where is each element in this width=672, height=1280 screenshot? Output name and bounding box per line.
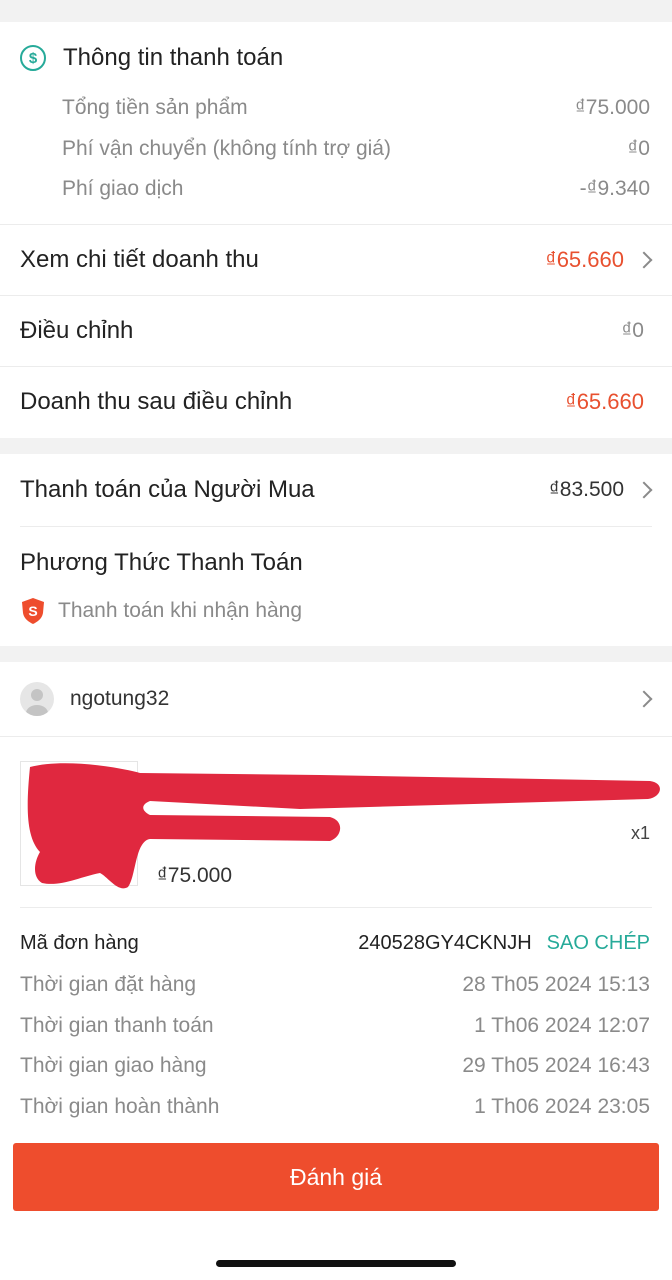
payment-info-card: $ Thông tin thanh toán Tổng tiền sản phẩ…	[0, 22, 672, 438]
order-card: ngotung32 x1 ₫75.000 Mã đơn hàng 240528G…	[0, 662, 672, 1132]
chevron-right-icon	[635, 690, 653, 708]
review-button-label: Đánh giá	[289, 1163, 383, 1190]
revenue-detail-value: ₫65.660	[545, 247, 624, 272]
dollar-circle-icon: $	[20, 45, 46, 71]
payment-method-title: Phương Thức Thanh Toán	[20, 549, 303, 576]
order-placed-label: Thời gian đặt hàng	[20, 973, 197, 996]
order-id-label: Mã đơn hàng	[20, 931, 139, 954]
product-price: ₫75.000	[157, 864, 233, 887]
shipping-fee-label: Phí vận chuyển (không tính trợ giá)	[62, 137, 391, 160]
buyer-row[interactable]: ngotung32	[0, 662, 672, 736]
adjustment-value: ₫0	[621, 319, 644, 342]
buyer-payment-card: Thanh toán của Người Mua ₫83.500 Phương …	[0, 454, 672, 646]
delivery-time-label: Thời gian giao hàng	[20, 1054, 207, 1077]
revenue-after-adjust-label: Doanh thu sau điều chỉnh	[20, 388, 293, 415]
chevron-right-icon	[635, 481, 653, 499]
adjustment-label: Điều chỉnh	[20, 317, 134, 344]
payment-method-value: Thanh toán khi nhận hàng	[58, 599, 303, 622]
product-quantity: x1	[630, 823, 650, 843]
buyer-payment-row[interactable]: Thanh toán của Người Mua ₫83.500	[0, 454, 672, 526]
order-placed-value: 28 Th05 2024 15:13	[462, 973, 650, 996]
product-total-value: ₫75.000	[574, 96, 650, 119]
completion-time-value: 1 Th06 2024 23:05	[474, 1095, 650, 1118]
chevron-right-icon	[635, 251, 653, 269]
redaction-scribble	[27, 763, 660, 889]
product-total-label: Tổng tiền sản phẩm	[62, 96, 248, 119]
order-id-value: 240528GY4CKNJH	[358, 931, 532, 954]
revenue-detail-row[interactable]: Xem chi tiết doanh thu ₫65.660	[0, 225, 672, 295]
payment-time-value: 1 Th06 2024 12:07	[474, 1014, 650, 1037]
revenue-after-adjust-value: ₫65.660	[565, 389, 644, 414]
payment-time-label: Thời gian thanh toán	[20, 1014, 214, 1037]
payment-info-title: Thông tin thanh toán	[63, 44, 284, 71]
svg-text:S: S	[28, 603, 37, 619]
revenue-detail-label: Xem chi tiết doanh thu	[20, 246, 259, 273]
transaction-fee-label: Phí giao dịch	[62, 177, 184, 200]
review-button[interactable]: Đánh giá	[13, 1143, 659, 1211]
buyer-payment-label: Thanh toán của Người Mua	[20, 476, 315, 503]
transaction-fee-value: -₫9.340	[579, 177, 650, 200]
buyer-payment-value: ₫83.500	[548, 478, 624, 501]
bottom-bar: Đánh giá	[0, 1132, 672, 1280]
shield-s-icon: S	[20, 597, 46, 625]
delivery-time-value: 29 Th05 2024 16:43	[462, 1054, 650, 1077]
buyer-username: ngotung32	[70, 687, 170, 710]
avatar	[20, 682, 54, 716]
shipping-fee-value: ₫0	[627, 137, 650, 160]
product-item[interactable]: x1 ₫75.000	[0, 737, 672, 907]
copy-button[interactable]: SAO CHÉP	[547, 932, 650, 955]
completion-time-label: Thời gian hoàn thành	[20, 1095, 220, 1118]
home-indicator[interactable]	[216, 1260, 456, 1267]
